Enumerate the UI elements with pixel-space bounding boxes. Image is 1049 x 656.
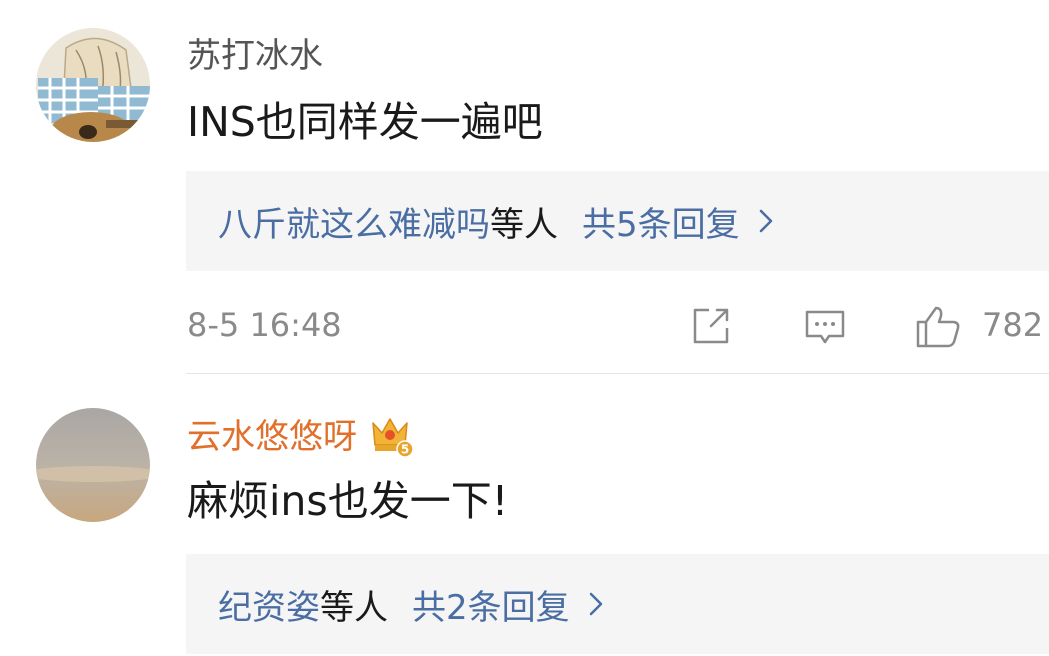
- username-text[interactable]: 云水悠悠呀: [187, 417, 357, 457]
- username[interactable]: 苏打冰水: [187, 36, 323, 76]
- reply-summary[interactable]: 八斤就这么难减吗 等人 共5条回复: [186, 171, 1049, 271]
- reply-suffix: 等人: [320, 587, 388, 628]
- divider: [186, 373, 1049, 374]
- vip-crown-icon: 5: [369, 415, 415, 459]
- reply-suffix: 等人: [490, 204, 558, 245]
- chevron-right-icon: [758, 208, 774, 234]
- reply-count[interactable]: 共5条回复: [582, 197, 740, 246]
- comment-text: 麻烦ins也发一下!: [187, 477, 509, 525]
- timestamp: 8-5 16:48: [187, 306, 342, 344]
- comment-icon[interactable]: [803, 304, 847, 352]
- reply-names[interactable]: 纪资姿: [218, 580, 320, 629]
- comment-meta: 8-5 16:48 782: [0, 298, 1049, 358]
- avatar[interactable]: [36, 408, 150, 522]
- vip-level-text: 5: [401, 443, 409, 457]
- avatar[interactable]: [36, 28, 150, 142]
- like-count: 782: [982, 306, 1044, 344]
- anime-girl-guitar-avatar: [36, 28, 150, 142]
- comment-text: INS也同样发一遍吧: [187, 98, 543, 146]
- reply-names[interactable]: 八斤就这么难减吗: [218, 197, 490, 246]
- reply-count[interactable]: 共2条回复: [412, 580, 570, 629]
- share-icon[interactable]: [689, 304, 733, 352]
- like-icon[interactable]: [914, 304, 962, 354]
- chevron-right-icon: [588, 591, 604, 617]
- reply-summary[interactable]: 纪资姿 等人 共2条回复: [186, 554, 1049, 654]
- username[interactable]: 云水悠悠呀 5: [187, 415, 415, 459]
- sunset-sky-avatar: [36, 408, 150, 522]
- username-text[interactable]: 苏打冰水: [187, 36, 323, 76]
